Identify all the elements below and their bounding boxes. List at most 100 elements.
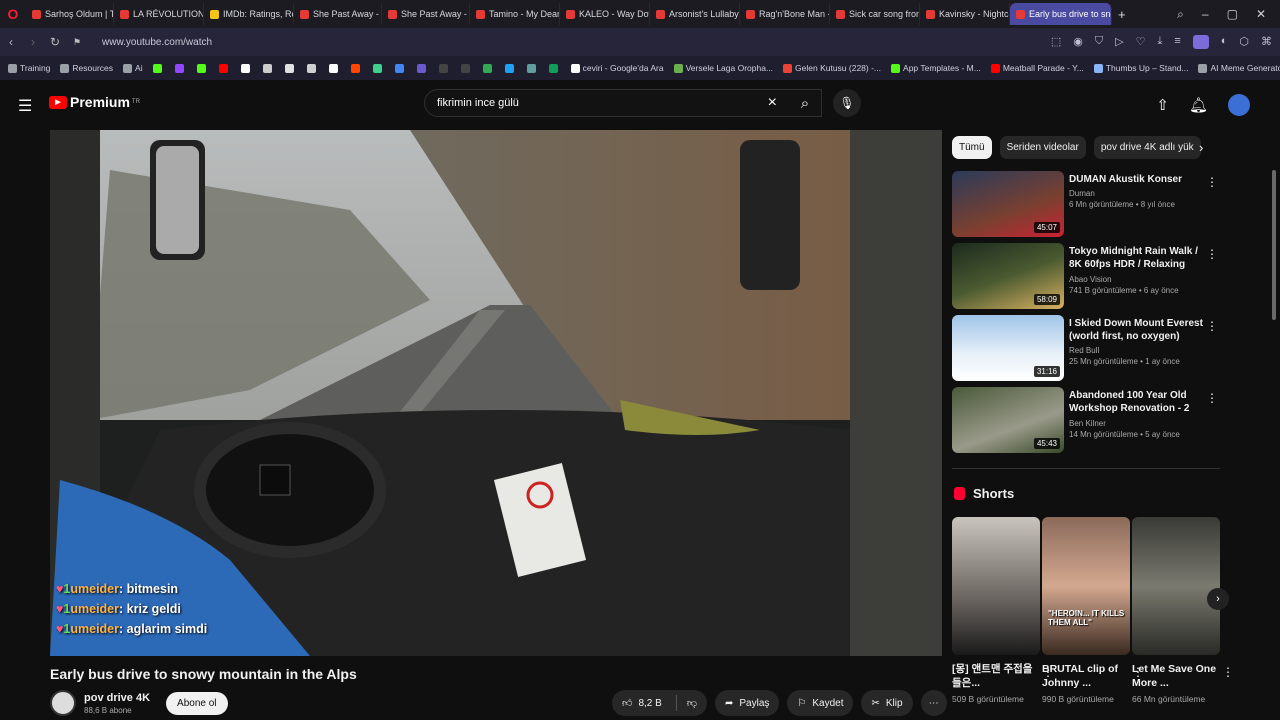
- menu-icon[interactable]: ≡: [1174, 35, 1180, 49]
- guide-menu-icon[interactable]: ☰: [18, 96, 32, 116]
- short-title[interactable]: [몽] 앤트맨 주접을 들은...: [952, 662, 1040, 690]
- notifications-bell-icon[interactable]: 🔔︎: [1189, 96, 1208, 114]
- rec-channel[interactable]: Ben Kilner: [1069, 419, 1205, 428]
- play-icon[interactable]: ▷: [1115, 35, 1123, 49]
- bookmark-item[interactable]: Resources: [60, 63, 113, 74]
- bookmark-item[interactable]: [328, 63, 341, 74]
- rec-title[interactable]: I Skied Down Mount Everest (world first,…: [1069, 317, 1205, 343]
- avatar[interactable]: [1228, 94, 1250, 116]
- snapshot-icon[interactable]: ⬚: [1051, 35, 1061, 49]
- back-icon[interactable]: ‹: [0, 35, 22, 49]
- browser-tab[interactable]: Sick car song from: [830, 3, 920, 25]
- video-thumbnail[interactable]: 45:07: [952, 171, 1064, 237]
- bookmark-item[interactable]: ceviri - Google'da Ara: [570, 63, 664, 74]
- short-title[interactable]: Let Me Save One More ...: [1132, 662, 1220, 690]
- bookmark-item[interactable]: [350, 63, 363, 74]
- bookmark-item[interactable]: [174, 63, 187, 74]
- short-thumbnail[interactable]: [952, 517, 1040, 655]
- rec-title[interactable]: DUMAN Akustik Konser: [1069, 173, 1205, 186]
- bookmark-item[interactable]: [438, 63, 451, 74]
- filter-chip[interactable]: Seriden videolar: [999, 136, 1086, 159]
- youtube-premium-logo[interactable]: ▶ Premium TR: [49, 94, 140, 110]
- bookmark-item[interactable]: [460, 63, 473, 74]
- browser-tab[interactable]: She Past Away - Du: [382, 3, 470, 25]
- browser-tab[interactable]: Rag'n'Bone Man - I: [740, 3, 830, 25]
- like-button[interactable]: 👍︎ 8,2 B 👎︎: [612, 690, 707, 716]
- more-options-icon[interactable]: ⋮: [1206, 247, 1218, 261]
- short-item[interactable]: Let Me Save One More ... 66 Mn görüntüle…: [1132, 517, 1234, 706]
- bookmark-item[interactable]: AI Meme Generator...: [1198, 63, 1280, 74]
- mic-icon[interactable]: 🎙︎: [833, 89, 861, 117]
- rec-channel[interactable]: Abao Vision: [1069, 275, 1205, 284]
- tab-search-icon[interactable]: ⌕: [1177, 7, 1184, 22]
- browser-tab[interactable]: Kavinsky - Nightca: [920, 3, 1010, 25]
- bookmark-item[interactable]: [306, 63, 319, 74]
- save-button[interactable]: ⚐ Kaydet: [787, 690, 854, 716]
- bookmark-item[interactable]: [284, 63, 297, 74]
- bookmark-item[interactable]: Gelen Kutusu (228) -...: [783, 63, 881, 74]
- forward-icon[interactable]: ›: [22, 35, 44, 49]
- aria-icon[interactable]: ◐: [1221, 35, 1228, 49]
- recommended-video[interactable]: 31:16 I Skied Down Mount Everest (world …: [952, 315, 1220, 381]
- more-actions-button[interactable]: ⋯: [920, 690, 947, 716]
- shield-icon[interactable]: ⛉: [1095, 35, 1103, 49]
- browser-tab[interactable]: She Past Away - Ka: [294, 3, 382, 25]
- browser-tab[interactable]: Tamino - My Deare: [470, 3, 560, 25]
- short-title[interactable]: BRUTAL clip of Johnny ...: [1042, 662, 1130, 690]
- chips-next-icon[interactable]: ›: [1199, 140, 1203, 155]
- bookmark-item[interactable]: [152, 63, 165, 74]
- bookmark-item[interactable]: Training: [8, 63, 50, 74]
- rec-channel[interactable]: Duman: [1069, 189, 1205, 198]
- more-options-icon[interactable]: ⋮: [1222, 665, 1234, 679]
- channel-avatar[interactable]: [50, 690, 76, 716]
- bookmark-item[interactable]: [372, 63, 385, 74]
- new-tab-icon[interactable]: +: [1118, 7, 1126, 22]
- bookmark-item[interactable]: Thumbs Up – Stand...: [1093, 63, 1188, 74]
- profile-icon[interactable]: [1192, 35, 1209, 49]
- filter-chip[interactable]: Tümü: [952, 136, 992, 159]
- bookmark-item[interactable]: Ai: [123, 63, 143, 74]
- clear-search-icon[interactable]: ×: [768, 94, 777, 112]
- subscribe-button[interactable]: Abone ol: [166, 691, 228, 715]
- bookmark-item[interactable]: [504, 63, 517, 74]
- close-window-icon[interactable]: ✕: [1256, 7, 1266, 22]
- bookmark-item[interactable]: [394, 63, 407, 74]
- url-field[interactable]: www.youtube.com/watch: [102, 37, 212, 48]
- browser-tab[interactable]: Early bus drive to sno: [1010, 3, 1112, 25]
- upload-icon[interactable]: ⇧: [1156, 96, 1169, 114]
- minimize-icon[interactable]: –: [1202, 7, 1209, 22]
- reload-icon[interactable]: ↻: [44, 35, 66, 49]
- bookmark-item[interactable]: [548, 63, 561, 74]
- more-options-icon[interactable]: ⋮: [1206, 391, 1218, 405]
- bookmark-item[interactable]: [196, 63, 209, 74]
- search-input[interactable]: fikrimin ince gülü ×: [424, 89, 822, 117]
- short-item[interactable]: "HEROIN... IT KILLS THEM ALL" BRUTAL cli…: [1042, 517, 1144, 706]
- thumbs-down-icon[interactable]: 👎︎: [687, 697, 697, 709]
- bookmark-item[interactable]: [416, 63, 429, 74]
- short-thumbnail[interactable]: [1132, 517, 1220, 655]
- video-thumbnail[interactable]: 45:43: [952, 387, 1064, 453]
- maximize-icon[interactable]: ▢: [1227, 7, 1238, 22]
- ai-icon[interactable]: ⌘: [1261, 35, 1272, 49]
- extensions-icon[interactable]: ⬡: [1239, 35, 1249, 49]
- browser-tab[interactable]: KALEO - Way Down: [560, 3, 650, 25]
- browser-tab[interactable]: IMDb: Ratings, Revi: [204, 3, 294, 25]
- download-icon[interactable]: ⤓: [1157, 35, 1162, 49]
- short-thumbnail[interactable]: [1042, 517, 1130, 655]
- channel-name[interactable]: pov drive 4K: [84, 692, 150, 704]
- bookmark-item[interactable]: [526, 63, 539, 74]
- browser-tab[interactable]: LA RÉVOLUTION FI: [114, 3, 204, 25]
- scrollbar[interactable]: [1272, 170, 1276, 320]
- bookmark-item[interactable]: [240, 63, 253, 74]
- opera-logo-icon[interactable]: O: [0, 0, 26, 28]
- recommended-video[interactable]: 45:07 DUMAN Akustik Konser Duman 6 Mn gö…: [952, 171, 1220, 237]
- video-player[interactable]: ♥1umeider: bitmesin ♥1umeider: kriz geld…: [50, 130, 942, 656]
- filter-chip[interactable]: pov drive 4K adlı yük: [1093, 136, 1201, 159]
- video-thumbnail[interactable]: 58:09: [952, 243, 1064, 309]
- bookmark-item[interactable]: [262, 63, 275, 74]
- rec-title[interactable]: Tokyo Midnight Rain Walk / 8K 60fps HDR …: [1069, 245, 1205, 272]
- bookmark-item[interactable]: App Templates - M...: [891, 63, 981, 74]
- rec-title[interactable]: Abandoned 100 Year Old Workshop Renovati…: [1069, 389, 1205, 416]
- search-icon[interactable]: ⌕: [788, 89, 822, 117]
- camera-icon[interactable]: ◉: [1073, 35, 1083, 49]
